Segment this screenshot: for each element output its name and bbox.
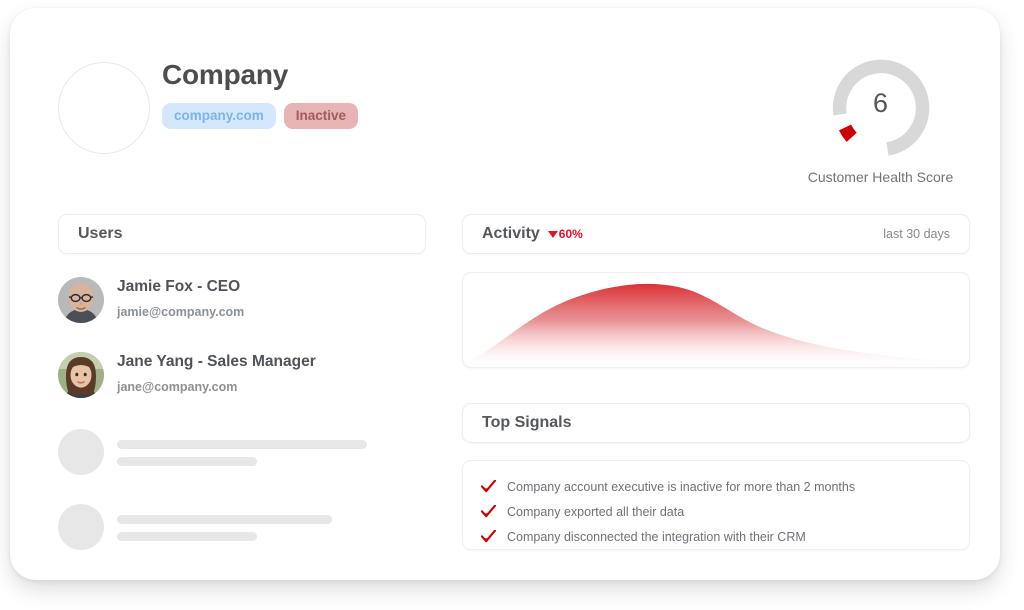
avatar-placeholder <box>58 429 104 475</box>
signal-text: Company disconnected the integration wit… <box>507 529 806 544</box>
avatar-placeholder <box>58 504 104 550</box>
user-email: jane@company.com <box>117 380 238 394</box>
activity-delta: 60% <box>547 227 583 241</box>
list-item[interactable]: Company exported all their data <box>463 499 969 524</box>
signals-list: Company account executive is inactive fo… <box>462 460 970 550</box>
company-logo-placeholder <box>58 62 150 154</box>
health-score-value: 6 <box>872 88 889 118</box>
check-icon <box>480 529 497 543</box>
signals-panel-title: Top Signals <box>482 414 572 431</box>
signal-text: Company exported all their data <box>507 504 685 519</box>
customer-health-score: 6 Customer Health Score <box>799 56 962 185</box>
activity-chart-card <box>462 272 970 368</box>
arrow-down-icon <box>547 230 558 238</box>
users-panel-header[interactable]: Users <box>58 214 426 254</box>
list-item[interactable]: Company account executive is inactive fo… <box>463 474 969 499</box>
dashboard-card: Company company.com Inactive 6 Customer … <box>10 8 1000 580</box>
company-header: Company company.com Inactive <box>58 56 478 168</box>
list-item[interactable]: Jamie Fox - CEO jamie@company.com <box>58 277 426 333</box>
activity-panel-header[interactable]: Activity 60% last 30 days <box>462 214 970 254</box>
user-name: Jamie Fox - CEO <box>117 278 241 295</box>
list-item-placeholder <box>58 504 426 554</box>
list-item[interactable]: Jane Yang - Sales Manager jane@company.c… <box>58 352 426 408</box>
text-placeholder-line <box>117 440 367 449</box>
text-placeholder-line <box>117 515 332 524</box>
list-item-placeholder <box>58 429 426 479</box>
users-panel-title: Users <box>78 225 123 242</box>
activity-range-label: last 30 days <box>883 227 950 241</box>
domain-badge[interactable]: company.com <box>162 103 276 129</box>
user-email: jamie@company.com <box>117 305 245 319</box>
avatar <box>58 352 104 398</box>
company-header-text: Company company.com Inactive <box>162 56 359 129</box>
avatar-man-glasses-icon <box>58 277 104 323</box>
check-icon <box>480 504 497 518</box>
check-icon <box>480 479 497 493</box>
signals-panel-header[interactable]: Top Signals <box>462 403 970 443</box>
app-root: Company company.com Inactive 6 Customer … <box>0 0 1024 610</box>
list-item[interactable]: Company disconnected the integration wit… <box>463 524 969 549</box>
text-placeholder-line <box>117 457 257 466</box>
avatar-woman-brown-hair-icon <box>58 352 104 398</box>
user-name: Jane Yang - Sales Manager <box>117 353 316 370</box>
badge-row: company.com Inactive <box>162 103 359 129</box>
avatar <box>58 277 104 323</box>
signal-text: Company account executive is inactive fo… <box>507 479 856 494</box>
activity-area-path <box>463 283 969 367</box>
activity-delta-value: 60% <box>558 227 583 241</box>
activity-panel-title: Activity <box>482 225 540 242</box>
status-badge: Inactive <box>283 103 359 129</box>
activity-area-chart <box>463 283 969 367</box>
activity-header-left: Activity 60% <box>482 225 583 243</box>
text-placeholder-line <box>117 532 257 541</box>
page-title: Company <box>162 59 289 90</box>
health-score-label: Customer Health Score <box>807 169 954 185</box>
